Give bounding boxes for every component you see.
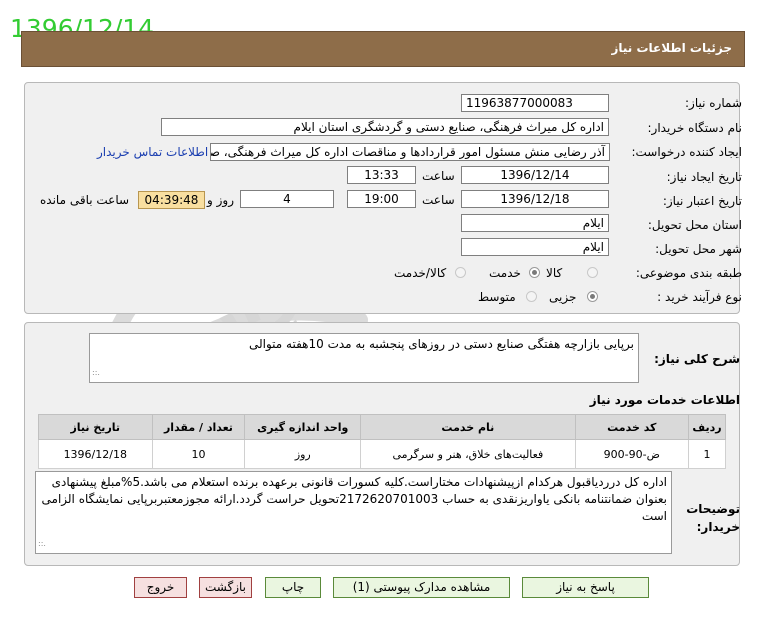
- col-code: کد خدمت: [574, 414, 690, 440]
- services-table: ردیف کد خدمت نام خدمت واحد اندازه گیری ت…: [38, 414, 726, 469]
- purchase-option-minor: جزیی: [549, 290, 577, 304]
- cell-row: 1: [688, 439, 726, 469]
- exit-button[interactable]: خروج: [134, 577, 187, 598]
- need-number-field: 11963877000083: [461, 94, 609, 112]
- countdown-field: 04:39:48: [138, 191, 205, 209]
- col-qty: تعداد / مقدار: [151, 414, 246, 440]
- category-radio-goods-service[interactable]: [455, 267, 466, 278]
- category-option-goods: کالا: [546, 266, 563, 280]
- cell-qty: 10: [151, 439, 246, 469]
- col-row: ردیف: [688, 414, 726, 440]
- category-radio-goods[interactable]: [587, 267, 598, 278]
- category-label: طبقه بندی موضوعی:: [635, 266, 742, 280]
- buyer-org-field: اداره کل میراث فرهنگی، صنایع دستی و گردش…: [161, 118, 609, 136]
- table-row: 1 ض-90-900 فعالیت‌های خلاق، هنر و سرگرمی…: [38, 439, 726, 469]
- category-radio-service[interactable]: [529, 267, 540, 278]
- services-section-title: اطلاعات خدمات مورد نیاز: [589, 393, 740, 407]
- days-field: 4: [240, 190, 334, 208]
- col-unit: واحد اندازه گیری: [244, 414, 362, 440]
- announce-date-field: 1396/12/14: [461, 166, 609, 184]
- purchase-radio-medium[interactable]: [526, 291, 537, 302]
- validity-time-field: 19:00: [347, 190, 416, 208]
- resize-grip-icon[interactable]: ::.: [38, 535, 46, 552]
- creator-label: ایجاد کننده درخواست:: [631, 145, 742, 159]
- province-field: ایلام: [461, 214, 609, 232]
- buyer-notes-text: اداره کل درردیاقبول هرکدام ازپیشنهادات م…: [41, 475, 667, 523]
- category-option-service: خدمت: [489, 266, 521, 280]
- description-label: شرح کلی نیاز:: [654, 352, 740, 366]
- city-label: شهر محل تحویل:: [655, 242, 742, 256]
- validity-time-label: ساعت: [422, 193, 455, 207]
- province-label: استان محل تحویل:: [647, 218, 742, 232]
- remaining-label: ساعت باقی مانده: [40, 193, 130, 207]
- purchase-radio-minor[interactable]: [587, 291, 598, 302]
- cell-unit: روز: [244, 439, 362, 469]
- announce-time-field: 13:33: [347, 166, 416, 184]
- description-text: برپایی بازارچه هفتگی صنایع دستی در روزها…: [248, 337, 634, 351]
- validity-date-field: 1396/12/18: [461, 190, 609, 208]
- cell-name: فعالیت‌های خلاق، هنر و سرگرمی: [360, 439, 576, 469]
- purchase-option-medium: متوسط: [478, 290, 516, 304]
- need-number-label: شماره نیاز:: [685, 96, 742, 110]
- table-header-row: ردیف کد خدمت نام خدمت واحد اندازه گیری ت…: [38, 414, 726, 440]
- page-header: جزئیات اطلاعات نیاز: [21, 31, 745, 67]
- print-button[interactable]: چاپ: [265, 577, 321, 598]
- back-button[interactable]: بازگشت: [199, 577, 252, 598]
- buyer-contact-link[interactable]: اطلاعات تماس خریدار: [97, 145, 208, 159]
- col-date: تاریخ نیاز: [38, 414, 153, 440]
- announce-time-label: ساعت: [422, 169, 455, 183]
- buyer-org-label: نام دستگاه خریدار:: [647, 121, 743, 135]
- purchase-type-label: نوع فرآیند خرید :: [657, 290, 742, 304]
- page-title: جزئیات اطلاعات نیاز: [611, 41, 732, 55]
- attachments-button[interactable]: مشاهده مدارک پیوستی (1): [333, 577, 510, 598]
- city-field: ایلام: [461, 238, 609, 256]
- col-name: نام خدمت: [360, 414, 576, 440]
- cell-code: ض-90-900: [574, 439, 690, 469]
- description-textarea[interactable]: برپایی بازارچه هفتگی صنایع دستی در روزها…: [89, 333, 639, 383]
- buyer-notes-label: توضیحات خریدار:: [686, 502, 740, 534]
- days-label: روز و: [207, 193, 234, 207]
- resize-grip-icon[interactable]: ::.: [92, 364, 100, 381]
- category-option-goods-service: کالا/خدمت: [394, 266, 447, 280]
- buyer-notes-textarea[interactable]: اداره کل درردیاقبول هرکدام ازپیشنهادات م…: [35, 471, 672, 554]
- creator-field: آذر رضایی منش مسئول امور قراردادها و منا…: [210, 143, 610, 161]
- validity-date-label: تاریخ اعتبار نیاز:: [662, 194, 742, 208]
- reply-button[interactable]: پاسخ به نیاز: [522, 577, 649, 598]
- cell-date: 1396/12/18: [38, 439, 153, 469]
- announce-date-label: تاریخ ایجاد نیاز:: [666, 170, 742, 184]
